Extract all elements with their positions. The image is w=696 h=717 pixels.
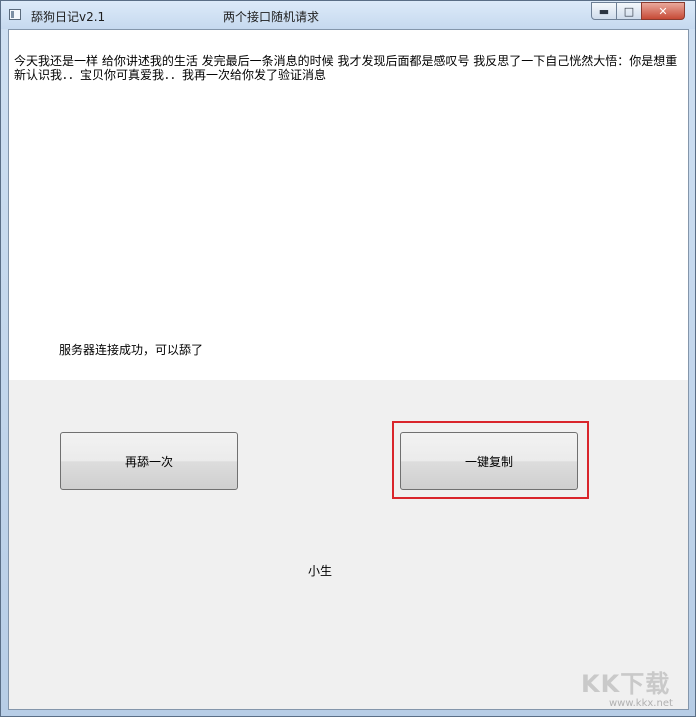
window-subtitle: 两个接口随机请求 [223, 10, 320, 24]
app-icon[interactable] [9, 9, 21, 20]
minimize-button[interactable]: ▬ [591, 2, 617, 20]
maximize-icon: □ [623, 4, 635, 18]
author-label: 小生 [308, 564, 333, 578]
watermark-url: www.kkx.net [609, 698, 673, 709]
window-title: 舔狗日记v2.1 [31, 10, 106, 24]
client-area: 今天我还是一样 给你讲述我的生活 发完最后一条消息的时候 我才发现后面都是感叹号… [8, 29, 689, 710]
copy-button[interactable]: 一键复制 [400, 432, 578, 490]
again-button[interactable]: 再舔一次 [60, 432, 238, 490]
app-window: 舔狗日记v2.1 两个接口随机请求 ▬ □ ✕ 今天我还是一样 给你讲述我的生活… [0, 0, 696, 717]
message-text: 今天我还是一样 给你讲述我的生活 发完最后一条消息的时候 我才发现后面都是感叹号… [14, 54, 678, 82]
minimize-icon: ▬ [598, 4, 610, 18]
status-label: 服务器连接成功，可以舔了 [59, 343, 204, 357]
top-strip [9, 30, 688, 51]
watermark-logo: KK下载 [581, 670, 671, 698]
close-icon: ✕ [658, 4, 668, 18]
message-textbox[interactable]: 今天我还是一样 给你讲述我的生活 发完最后一条消息的时候 我才发现后面都是感叹号… [9, 50, 688, 380]
close-button[interactable]: ✕ [641, 2, 685, 20]
maximize-button[interactable]: □ [616, 2, 642, 20]
title-bar[interactable]: 舔狗日记v2.1 两个接口随机请求 ▬ □ ✕ [1, 1, 695, 29]
